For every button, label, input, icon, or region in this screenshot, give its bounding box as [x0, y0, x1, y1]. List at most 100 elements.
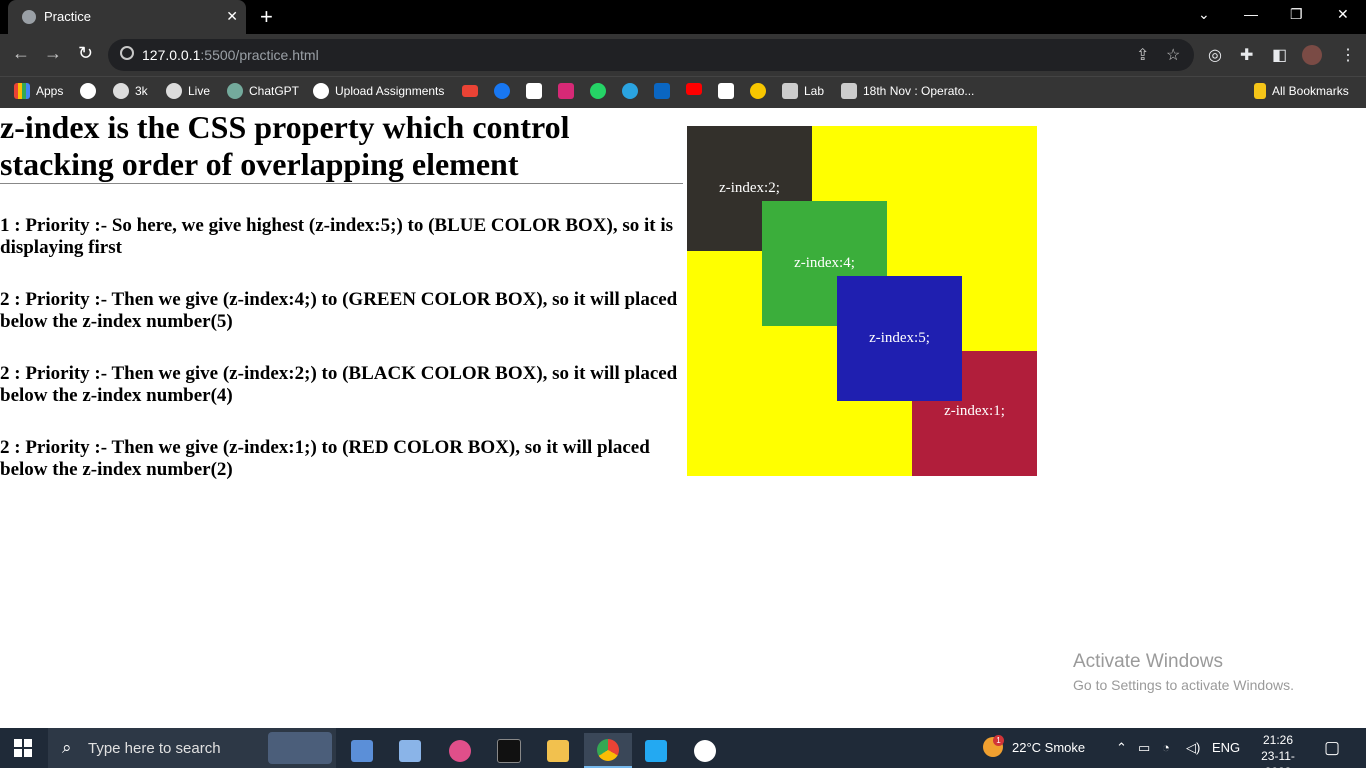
gmail-icon[interactable]: [462, 85, 478, 97]
telegram-icon[interactable]: [622, 83, 638, 99]
search-icon: ⌕: [62, 738, 72, 757]
bookmark-upload-assignments[interactable]: Upload Assignments: [313, 83, 444, 99]
system-clock[interactable]: 21:26 23-11-2023: [1248, 732, 1308, 780]
priority-paragraph-4: 2 : Priority :- Then we give (z-index:1;…: [0, 437, 650, 480]
chrome-icon: [597, 738, 619, 761]
github-icon: [80, 83, 96, 99]
battery-icon[interactable]: ▭: [1138, 740, 1150, 756]
bookmark-label: 18th Nov : Operato...: [863, 84, 975, 98]
extensions-puzzle-icon[interactable]: ✚: [1240, 45, 1253, 65]
bookmark-18th-nov[interactable]: 18th Nov : Operato...: [841, 83, 974, 99]
close-tab-icon[interactable]: ✕: [226, 8, 238, 25]
all-bookmarks[interactable]: All Bookmarks: [1254, 83, 1349, 99]
taskbar-app-chrome[interactable]: [584, 733, 632, 768]
weather-text[interactable]: 22°C Smoke: [1012, 740, 1085, 755]
share-icon[interactable]: ⇪: [1136, 45, 1149, 65]
windows-taskbar: ⌕ Type here to search 1 22°C Smoke ⌃ ▭ ◔…: [0, 728, 1366, 779]
bookmark-label: All Bookmarks: [1272, 84, 1349, 98]
heading-divider: [0, 183, 683, 184]
network-app-icon: [351, 739, 373, 762]
wordpress-icon: [841, 83, 857, 99]
clock-date: 23-11-2023: [1261, 749, 1295, 779]
vscode-icon: [645, 739, 667, 762]
bookmark-label: Live: [188, 84, 211, 98]
folder-icon: [1254, 83, 1266, 99]
taskbar-app-calculator[interactable]: [386, 733, 434, 768]
tab-title: Practice: [44, 9, 91, 24]
minimize-button[interactable]: —: [1244, 6, 1258, 22]
bookmark-3k[interactable]: 3k: [113, 83, 148, 99]
facebook-icon[interactable]: [494, 83, 510, 99]
instagram-icon[interactable]: [558, 83, 574, 99]
forward-arrow-icon[interactable]: →: [44, 43, 62, 64]
black-box-label: z-index:2;: [719, 180, 780, 196]
taskbar-search[interactable]: ⌕ Type here to search: [48, 728, 336, 768]
bookmark-label: 3k: [135, 84, 148, 98]
watermark-subtitle: Go to Settings to activate Windows.: [1073, 677, 1294, 693]
search-placeholder: Type here to search: [88, 740, 221, 757]
windows-start-button[interactable]: [14, 739, 32, 757]
side-panel-icon[interactable]: ◧: [1272, 45, 1287, 65]
notifications-icon[interactable]: ▢: [1324, 738, 1340, 758]
apps-grid-icon: [14, 83, 30, 99]
back-arrow-icon[interactable]: ←: [12, 43, 30, 64]
linkedin-icon[interactable]: [654, 83, 670, 99]
whatsapp-icon[interactable]: [590, 83, 606, 99]
youtube-icon[interactable]: [686, 83, 702, 95]
green-box-label: z-index:4;: [794, 255, 855, 271]
wordpress-icon: [782, 83, 798, 99]
chevron-up-icon[interactable]: ⌃: [1116, 740, 1127, 756]
bookmark-lab[interactable]: Lab: [782, 83, 824, 99]
calculator-icon: [399, 739, 421, 762]
mongodb-leaf-icon: [694, 739, 716, 762]
bookmark-label: Upload Assignments: [335, 84, 445, 98]
taskbar-app-network[interactable]: [338, 733, 386, 768]
wifi-icon[interactable]: ◔: [1162, 740, 1170, 755]
site-info-icon[interactable]: [120, 46, 134, 60]
weather-badge: 1: [993, 735, 1004, 746]
amazon-icon[interactable]: [718, 83, 734, 99]
priority-paragraph-3: 2 : Priority :- Then we give (z-index:2;…: [0, 363, 678, 406]
bookmark-label: Lab: [804, 84, 825, 98]
watermark-title: Activate Windows: [1073, 651, 1223, 672]
tab-search-chevron-icon[interactable]: ⌄: [1198, 6, 1210, 23]
maximize-button[interactable]: ❐: [1290, 6, 1303, 23]
activate-windows-watermark: Activate Windows Go to Settings to activ…: [1073, 651, 1294, 693]
profile-avatar[interactable]: [1302, 45, 1322, 65]
bookmark-label: Apps: [36, 84, 64, 98]
yellow-container: z-index:2; z-index:4; z-index:5; z-index…: [687, 126, 1037, 476]
language-indicator[interactable]: ENG: [1212, 740, 1240, 755]
taskbar-app-paint[interactable]: [436, 733, 484, 768]
new-tab-button[interactable]: +: [260, 4, 273, 30]
bookmark-github[interactable]: [80, 83, 96, 99]
globe-icon: [22, 10, 36, 24]
menu-kebab-icon[interactable]: ⋮: [1340, 45, 1356, 65]
taskbar-app-mongodb[interactable]: [681, 733, 729, 768]
browser-tab[interactable]: Practice ✕: [8, 0, 246, 34]
close-window-button[interactable]: ✕: [1337, 6, 1349, 23]
tab-strip: Practice ✕ + ⌄ — ❐ ✕: [0, 0, 1366, 34]
bookmark-live[interactable]: Live: [166, 83, 210, 99]
bookmark-star-icon[interactable]: ☆: [1166, 45, 1180, 65]
reload-icon[interactable]: ↻: [78, 43, 93, 64]
extension-circle-icon[interactable]: ◎: [1208, 45, 1222, 65]
page-viewport: z-index is the CSS property which contro…: [0, 109, 1366, 728]
bookmark-label: ChatGPT: [249, 84, 300, 98]
bookmarks-bar: Apps 3k Live ChatGPT Upload Assignments …: [0, 76, 1366, 108]
terminal-icon: [497, 738, 521, 763]
bookmark-apps[interactable]: Apps: [14, 83, 63, 99]
taskbar-app-file-explorer[interactable]: [534, 733, 582, 768]
red-box-label: z-index:1;: [944, 403, 1005, 419]
globe-icon: [166, 83, 182, 99]
volume-icon[interactable]: ◁): [1186, 740, 1200, 756]
page-heading: z-index is the CSS property which contro…: [0, 109, 570, 182]
address-bar[interactable]: 127.0.0.1:5500/practice.html ⇪ ☆: [108, 39, 1194, 71]
url-text[interactable]: 127.0.0.1:5500/practice.html: [142, 47, 319, 63]
taskbar-app-vscode[interactable]: [632, 733, 680, 768]
taskbar-app-terminal[interactable]: [485, 733, 533, 768]
flipkart-icon[interactable]: [750, 83, 766, 99]
x-twitter-icon[interactable]: [526, 83, 542, 99]
bookmark-chatgpt[interactable]: ChatGPT: [227, 83, 299, 99]
search-highlight-image: [268, 732, 332, 764]
blue-box-label: z-index:5;: [869, 330, 930, 346]
